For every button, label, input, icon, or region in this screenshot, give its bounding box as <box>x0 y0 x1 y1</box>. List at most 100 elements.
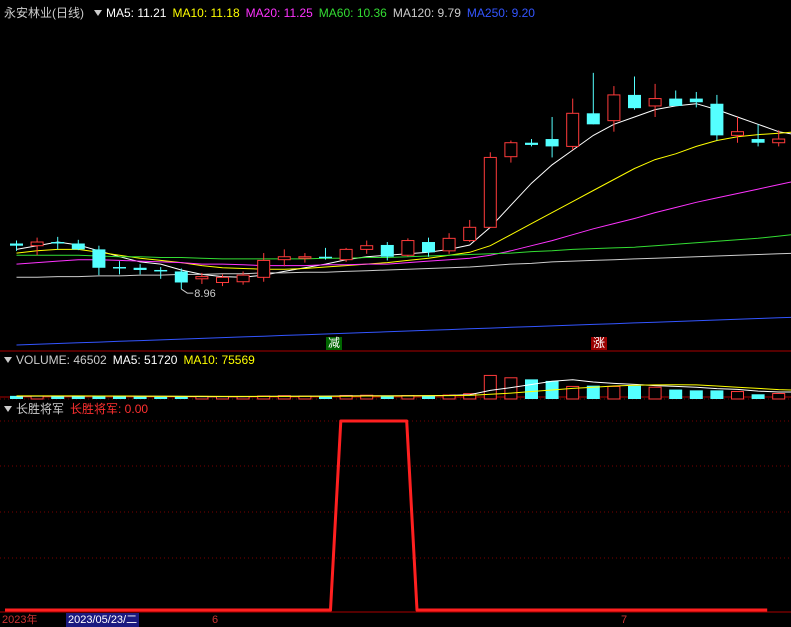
candle-13 <box>278 249 290 266</box>
volume-value: VOLUME: 46502 <box>16 353 107 367</box>
volume-bar-30 <box>628 386 641 399</box>
candle-body <box>628 95 641 108</box>
dropdown-icon[interactable] <box>94 10 102 16</box>
candle-12 <box>258 253 270 282</box>
price-header: 永安林业(日线) MA5: 11.21MA10: 11.18MA20: 11.25… <box>4 6 547 20</box>
volume-bar-34 <box>710 390 723 399</box>
candle-21 <box>443 233 455 254</box>
volume-bar-6 <box>134 397 147 399</box>
volume-layer <box>10 375 791 399</box>
candle-body <box>690 99 703 103</box>
indicator-value: 长胜将军: 0.00 <box>70 402 148 416</box>
candle-34 <box>710 95 723 141</box>
candle-body <box>752 139 765 143</box>
candle-15 <box>319 248 332 260</box>
price-layer: 12.298.96 <box>10 28 791 345</box>
volume-bar-36 <box>752 394 765 399</box>
volume-bar-7 <box>154 397 167 399</box>
volume-bar-37 <box>773 394 785 400</box>
ma-legend-item-0: MA5: 11.21 <box>106 6 166 20</box>
ma-legend-item-3: MA60: 10.36 <box>319 6 387 20</box>
stock-title: 永安林业(日线) <box>4 6 84 20</box>
candle-body <box>51 242 64 243</box>
candle-31 <box>649 84 661 117</box>
volume-dropdown-icon[interactable] <box>4 357 12 363</box>
candle-body <box>669 99 682 106</box>
candle-body <box>525 143 538 145</box>
candle-body <box>484 157 496 227</box>
chart-stage: 12.298.96 永安林业(日线) MA5: 11.21MA10: 11.18M… <box>0 0 791 622</box>
candle-body <box>649 99 661 106</box>
candle-24 <box>505 141 517 163</box>
candle-body <box>546 139 559 146</box>
candle-body <box>196 277 208 279</box>
volume-header: VOLUME: 46502MA5: 51720MA10: 75569 <box>0 353 261 367</box>
sell-signal-badge: 减 <box>326 337 342 350</box>
volume-ma10: MA10: 75569 <box>183 353 254 367</box>
ma-line-ma250 <box>17 293 791 345</box>
candle-body <box>505 143 517 157</box>
candle-32 <box>669 90 682 105</box>
indicator-header: 长胜将军长胜将军: 0.00 <box>0 402 154 416</box>
candle-17 <box>361 241 373 254</box>
candle-body <box>278 257 290 260</box>
candle-body <box>72 243 85 249</box>
candle-body <box>319 257 332 258</box>
indicator-line <box>5 421 767 610</box>
month-label-june: 6 <box>212 613 218 627</box>
ma-legend-item-5: MA250: 9.20 <box>467 6 535 20</box>
candle-26 <box>546 117 559 157</box>
candle-5 <box>113 261 126 274</box>
candle-28 <box>587 73 600 124</box>
candle-body <box>92 249 105 267</box>
candle-20 <box>422 238 435 257</box>
low-marker-arrow <box>181 289 193 293</box>
candle-body <box>31 242 43 246</box>
candle-body <box>113 267 126 268</box>
ma-legend-item-4: MA120: 9.79 <box>393 6 461 20</box>
stock-chart-svg[interactable]: 12.298.96 <box>0 0 791 622</box>
ma-legend-item-2: MA20: 11.25 <box>246 6 313 20</box>
candle-4 <box>92 246 105 275</box>
volume-bar-8 <box>175 397 188 399</box>
volume-bar-23 <box>484 375 496 399</box>
volume-bar-32 <box>669 390 682 399</box>
candle-27 <box>567 99 579 150</box>
indicator-name: 长胜将军 <box>16 402 64 416</box>
candle-22 <box>464 220 476 242</box>
volume-bar-25 <box>525 379 538 399</box>
candle-body <box>10 243 23 245</box>
buy-signal-badge: 涨 <box>591 337 607 350</box>
candle-body <box>773 139 785 143</box>
indicator-dropdown-icon[interactable] <box>4 406 12 412</box>
candle-25 <box>525 139 538 146</box>
candle-29 <box>608 86 620 132</box>
candle-body <box>381 245 394 257</box>
volume-bar-18 <box>381 396 394 399</box>
candle-body <box>154 270 167 271</box>
volume-bar-2 <box>51 396 64 399</box>
volume-bar-29 <box>608 386 620 399</box>
candle-body <box>361 246 373 250</box>
candle-body <box>217 277 229 282</box>
candle-body <box>587 113 600 124</box>
volume-bar-33 <box>690 390 703 399</box>
candle-body <box>464 227 476 240</box>
candle-body <box>422 242 435 252</box>
candle-23 <box>484 152 496 227</box>
volume-bar-31 <box>649 387 661 399</box>
low-price-label: 8.96 <box>194 288 215 300</box>
candle-30 <box>628 77 641 110</box>
candle-body <box>175 271 188 282</box>
candle-body <box>710 104 723 136</box>
candle-6 <box>134 264 147 274</box>
ma-legend: MA5: 11.21MA10: 11.18MA20: 11.25MA60: 10… <box>106 6 541 20</box>
candle-14 <box>299 253 311 263</box>
candle-body <box>340 249 352 259</box>
candle-8 <box>175 269 188 290</box>
cursor-date-label: 2023/05/23/二 <box>66 613 139 627</box>
date-year-stub: 2023年 <box>2 613 37 627</box>
candle-16 <box>340 248 352 262</box>
volume-bar-35 <box>732 392 744 399</box>
candle-3 <box>72 240 85 250</box>
